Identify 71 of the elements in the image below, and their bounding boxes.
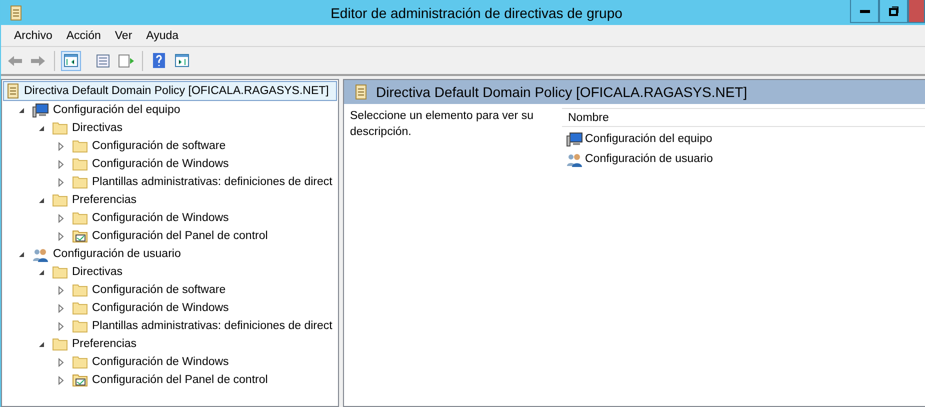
tree-item[interactable]: Directivas bbox=[68, 264, 126, 280]
list-item[interactable]: Configuración del equipo bbox=[585, 133, 712, 145]
list-item[interactable]: Configuración de usuario bbox=[585, 153, 713, 165]
tree-item[interactable]: Preferencias bbox=[68, 192, 141, 208]
minimize-icon bbox=[860, 10, 870, 12]
menu-item[interactable]: Archivo bbox=[7, 30, 60, 42]
tree-item[interactable]: Configuración de Windows bbox=[88, 210, 233, 226]
folder-icon bbox=[72, 157, 88, 171]
computer-icon bbox=[566, 132, 583, 146]
collapsed-arrow-icon[interactable] bbox=[58, 214, 64, 222]
folder-icon bbox=[72, 319, 88, 333]
collapsed-arrow-icon[interactable] bbox=[58, 178, 64, 186]
restore-icon bbox=[888, 6, 898, 16]
console-tree-icon[interactable] bbox=[64, 54, 78, 67]
menu-item[interactable]: Acción bbox=[59, 30, 108, 42]
window-title: Editor de administración de directivas de grupo bbox=[330, 4, 624, 20]
export-list-icon[interactable] bbox=[118, 54, 134, 68]
folder-icon bbox=[52, 337, 68, 351]
collapsed-arrow-icon[interactable] bbox=[58, 358, 64, 366]
folder-icon bbox=[72, 301, 88, 315]
collapsed-arrow-icon[interactable] bbox=[58, 286, 64, 294]
tree-item[interactable]: Configuración del Panel de control bbox=[88, 372, 272, 388]
tree-item[interactable]: Configuración de software bbox=[88, 138, 230, 154]
collapsed-arrow-icon[interactable] bbox=[58, 304, 64, 312]
help-icon[interactable] bbox=[153, 53, 165, 68]
tree-item[interactable]: Configuración del Panel de control bbox=[88, 228, 272, 244]
folder-icon bbox=[72, 175, 88, 189]
folder-icon bbox=[72, 355, 88, 369]
folder-icon bbox=[52, 121, 68, 135]
tree-item[interactable]: Plantillas administrativas: definiciones de direct bbox=[88, 318, 336, 334]
tree-item[interactable]: Directivas bbox=[68, 120, 126, 136]
detail-title: Directiva Default Domain Policy [OFICALA.RAGASYS.NET] bbox=[376, 84, 748, 100]
tree-item[interactable]: Configuración de Windows bbox=[88, 156, 233, 172]
folder-icon bbox=[52, 265, 68, 279]
tree-item[interactable]: Configuración del equipo bbox=[49, 102, 184, 118]
column-header[interactable]: Nombre bbox=[562, 108, 925, 127]
tree-item[interactable]: Preferencias bbox=[68, 336, 141, 352]
expanded-arrow-icon[interactable] bbox=[38, 124, 44, 132]
tree-item[interactable]: Plantillas administrativas: definiciones de direct bbox=[88, 174, 336, 190]
show-action-pane-icon[interactable] bbox=[175, 54, 189, 67]
tree-item[interactable]: Configuración de Windows bbox=[88, 300, 233, 316]
policy-scroll-icon bbox=[9, 4, 23, 20]
tree-item[interactable]: Configuración de software bbox=[88, 282, 230, 298]
tree-item[interactable]: Configuración de Windows bbox=[88, 354, 233, 370]
tree-item[interactable]: Configuración de usuario bbox=[49, 246, 185, 262]
expanded-arrow-icon[interactable] bbox=[38, 196, 44, 204]
computer-icon bbox=[32, 102, 49, 118]
expanded-arrow-icon[interactable] bbox=[38, 268, 44, 276]
users-icon bbox=[32, 246, 49, 262]
menu-item[interactable]: Ver bbox=[108, 30, 140, 42]
control-panel-icon bbox=[72, 229, 88, 243]
collapsed-arrow-icon[interactable] bbox=[58, 142, 64, 150]
collapsed-arrow-icon[interactable] bbox=[58, 322, 64, 330]
folder-icon bbox=[52, 193, 68, 207]
menu-item[interactable]: Ayuda bbox=[139, 30, 186, 42]
collapsed-arrow-icon[interactable] bbox=[58, 376, 64, 384]
policy-scroll-icon bbox=[354, 84, 368, 100]
expanded-arrow-icon[interactable] bbox=[38, 340, 44, 348]
users-icon bbox=[566, 152, 583, 166]
collapsed-arrow-icon[interactable] bbox=[58, 232, 64, 240]
folder-icon bbox=[72, 283, 88, 297]
expanded-arrow-icon[interactable] bbox=[18, 250, 24, 258]
folder-icon bbox=[72, 139, 88, 153]
policy-scroll-icon bbox=[6, 83, 20, 99]
folder-icon bbox=[72, 211, 88, 225]
expanded-arrow-icon[interactable] bbox=[18, 106, 24, 114]
collapsed-arrow-icon[interactable] bbox=[58, 160, 64, 168]
minimize-button[interactable] bbox=[850, 0, 879, 23]
properties-icon[interactable] bbox=[96, 54, 110, 68]
description-text: Seleccione un elemento para ver su descripción. bbox=[349, 109, 534, 140]
control-panel-icon bbox=[72, 373, 88, 387]
